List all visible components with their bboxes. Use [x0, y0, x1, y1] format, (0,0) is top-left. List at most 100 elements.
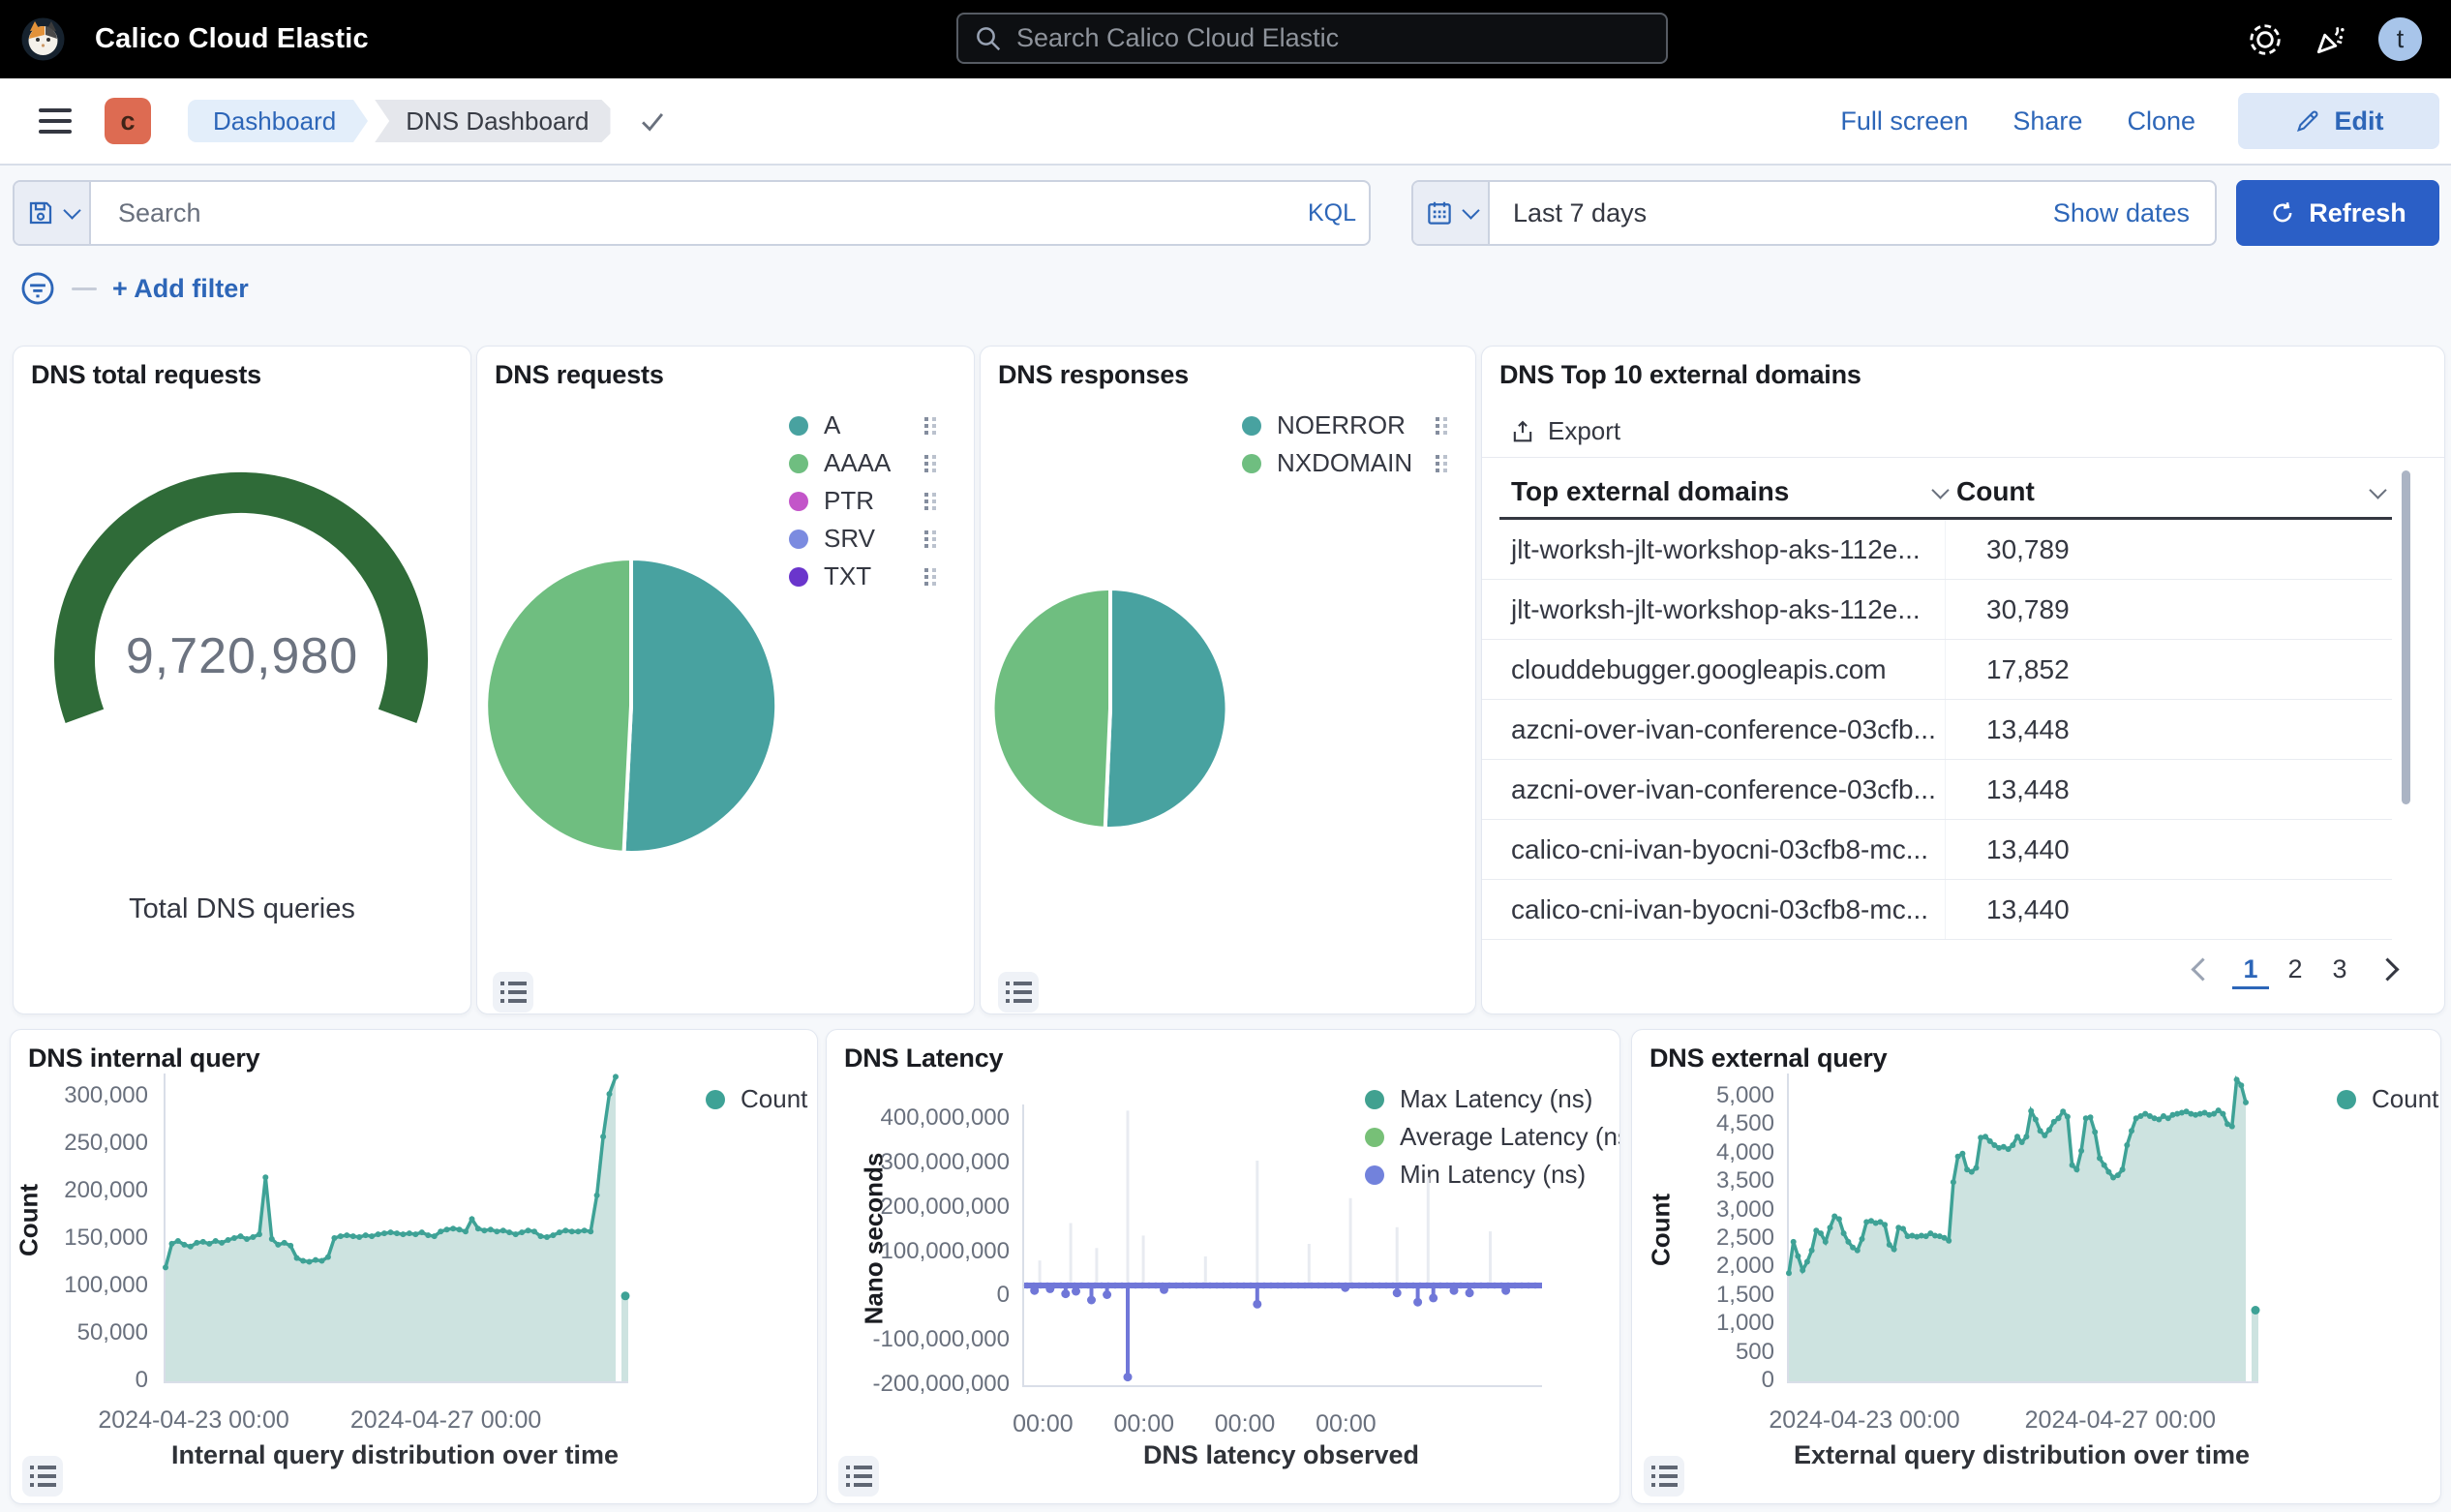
app-title: Calico Cloud Elastic [95, 23, 369, 55]
share-link[interactable]: Share [2012, 106, 2082, 136]
count-cell: 17,852 [1945, 640, 2070, 699]
panel-legend-toggle-icon[interactable] [1644, 1456, 1684, 1497]
refresh-button[interactable]: Refresh [2236, 180, 2439, 246]
time-range-value[interactable]: Last 7 days [1490, 182, 2053, 244]
gauge-label: Total DNS queries [14, 893, 470, 925]
space-badge[interactable]: c [105, 98, 151, 144]
y-tick: 250,000 [11, 1130, 148, 1157]
export-button[interactable]: Export [1509, 416, 1620, 446]
y-tick: 300,000,000 [827, 1149, 1010, 1176]
panel-legend-toggle-icon[interactable] [22, 1456, 63, 1497]
legend-label: NXDOMAIN [1277, 448, 1412, 478]
legend-options-icon[interactable] [924, 417, 936, 435]
full-screen-link[interactable]: Full screen [1840, 106, 1968, 136]
column-header-domains[interactable]: Top external domains [1511, 470, 1947, 513]
calendar-icon [1425, 198, 1454, 227]
legend-options-icon[interactable] [924, 455, 936, 472]
y-tick: 4,500 [1632, 1110, 1774, 1137]
plot-area [164, 1074, 628, 1383]
dns-dashboard-screen: Calico Cloud Elastic Search Calico Cloud… [0, 0, 2451, 1512]
clone-link[interactable]: Clone [2127, 106, 2195, 136]
show-dates-button[interactable]: Show dates [2053, 182, 2215, 244]
add-filter-button[interactable]: + Add filter [112, 274, 249, 304]
legend-options-icon[interactable] [1436, 455, 1447, 472]
column-header-count[interactable]: Count [1956, 470, 2384, 513]
panel-dns-internal-query: DNS internal query Count Internal query … [10, 1029, 818, 1504]
domain-cell: calico-cni-ivan-byocni-03cfb8-mc... [1482, 894, 1945, 925]
y-tick: 400,000,000 [827, 1104, 1010, 1132]
search-query-input[interactable]: Search [91, 182, 1295, 244]
table-row[interactable]: clouddebugger.googleapis.com17,852 [1482, 640, 2392, 700]
legend-options-icon[interactable] [924, 493, 936, 510]
legend: Count [706, 1080, 807, 1118]
saved-query-menu-button[interactable] [15, 182, 91, 244]
x-axis-title: External query distribution over time [1787, 1440, 2256, 1470]
navigation-bar: c Dashboard DNS Dashboard Full screen Sh… [0, 78, 2451, 166]
legend-color-dot [789, 567, 808, 587]
breadcrumb-dns-dashboard[interactable]: DNS Dashboard [375, 100, 610, 142]
refresh-icon [2269, 199, 2296, 227]
table-row[interactable]: jlt-worksh-jlt-workshop-aks-112e...30,78… [1482, 520, 2392, 580]
panel-legend-toggle-icon[interactable] [998, 972, 1039, 1013]
refresh-button-label: Refresh [2309, 198, 2406, 228]
legend-color-dot [2337, 1090, 2356, 1109]
panel-legend-toggle-icon[interactable] [493, 972, 533, 1013]
legend-item[interactable]: TXT [789, 558, 936, 595]
legend-item[interactable]: A [789, 407, 936, 444]
y-tick: 50,000 [11, 1319, 148, 1346]
legend-item[interactable]: Count [2337, 1080, 2438, 1118]
legend-item[interactable]: AAAA [789, 444, 936, 482]
legend-label: A [824, 410, 840, 440]
page-2-button[interactable]: 2 [2277, 949, 2314, 989]
chevron-down-icon [1462, 201, 1479, 219]
legend-color-dot [706, 1090, 725, 1109]
breadcrumb-dashboard[interactable]: Dashboard [188, 100, 353, 142]
table-body: jlt-worksh-jlt-workshop-aks-112e...30,78… [1482, 520, 2392, 940]
x-tick: 2024-04-27 00:00 [311, 1406, 582, 1435]
legend-color-dot [789, 454, 808, 473]
kql-language-button[interactable]: KQL [1295, 182, 1369, 244]
legend-label: NOERROR [1277, 410, 1406, 440]
legend-item[interactable]: SRV [789, 520, 936, 558]
legend-options-icon[interactable] [924, 530, 936, 548]
panel-legend-toggle-icon[interactable] [838, 1456, 879, 1497]
table-row[interactable]: calico-cni-ivan-byocni-03cfb8-mc...13,44… [1482, 820, 2392, 880]
y-tick: 0 [11, 1367, 148, 1394]
table-scrollbar[interactable] [2402, 470, 2410, 804]
table-row[interactable]: calico-cni-ivan-byocni-03cfb8-mc...13,44… [1482, 880, 2392, 940]
filter-menu-icon[interactable] [19, 270, 56, 307]
page-3-button[interactable]: 3 [2321, 949, 2358, 989]
legend-item[interactable]: Count [706, 1080, 807, 1118]
legend-item[interactable]: NXDOMAIN [1242, 444, 1447, 482]
date-quick-menu-button[interactable] [1413, 182, 1490, 244]
legend-item[interactable]: PTR [789, 482, 936, 520]
count-cell: 13,448 [1945, 760, 2070, 819]
menu-icon[interactable] [39, 108, 72, 134]
prev-page-icon[interactable] [2191, 957, 2214, 981]
panel-dns-external-query: DNS external query Count External query … [1631, 1029, 2441, 1504]
table-row[interactable]: azcni-over-ivan-conference-03cfb...13,44… [1482, 700, 2392, 760]
table-row[interactable]: azcni-over-ivan-conference-03cfb...13,44… [1482, 760, 2392, 820]
page-1-button[interactable]: 1 [2232, 949, 2269, 989]
panel-dns-responses: DNS responses NOERRORNXDOMAIN [980, 346, 1476, 1014]
plot-area [1022, 1104, 1542, 1387]
legend-item[interactable]: NOERROR [1242, 407, 1447, 444]
sort-chevron-icon[interactable] [2369, 481, 2386, 499]
edit-button[interactable]: Edit [2238, 93, 2439, 149]
help-icon[interactable] [2247, 21, 2284, 58]
legend-label: Count [741, 1084, 807, 1114]
panel-title: DNS Latency [844, 1043, 1003, 1074]
y-tick: 3,000 [1632, 1196, 1774, 1224]
user-avatar[interactable]: t [2378, 17, 2422, 61]
legend-label: Count [2372, 1084, 2438, 1114]
next-page-icon[interactable] [2375, 957, 2399, 981]
legend: Count [2337, 1080, 2438, 1118]
legend-options-icon[interactable] [1436, 417, 1447, 435]
table-row[interactable]: jlt-worksh-jlt-workshop-aks-112e...30,78… [1482, 580, 2392, 640]
sort-chevron-icon[interactable] [1931, 481, 1949, 499]
news-icon[interactable] [2313, 21, 2349, 58]
global-search-input[interactable]: Search Calico Cloud Elastic [956, 13, 1668, 64]
domain-cell: jlt-worksh-jlt-workshop-aks-112e... [1482, 534, 1945, 565]
legend-options-icon[interactable] [924, 568, 936, 586]
date-picker: Last 7 days Show dates [1411, 180, 2217, 246]
